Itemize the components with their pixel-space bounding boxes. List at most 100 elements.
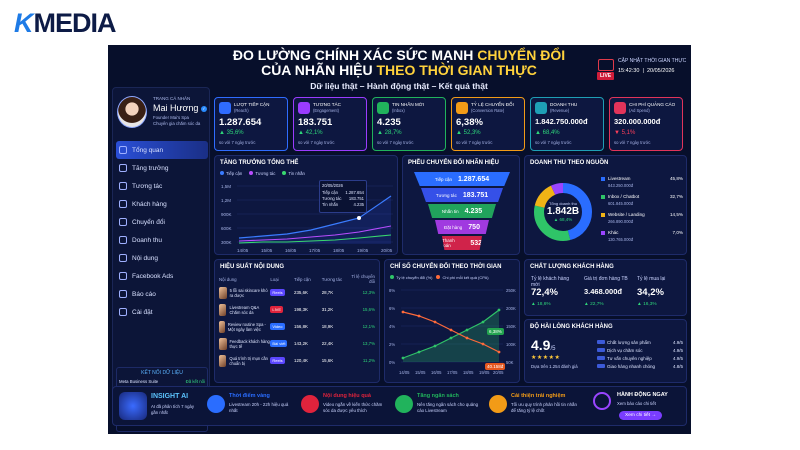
- update-label: CẬP NHẬT THỜI GIAN THỰC: [618, 58, 687, 64]
- revenue-pct: 32,7%: [669, 194, 683, 199]
- x-tick: 17/05: [447, 370, 458, 375]
- table-row[interactable]: Quá trình trị mụn cần chuẩn bị Reels 120,4…: [219, 352, 375, 369]
- funnel-stage[interactable]: Nhắn tin 4.235: [428, 204, 496, 218]
- kpi-card[interactable]: DOANH THU (Revenue) 1.842.750.000đ ▲ 68,4% s…: [530, 97, 604, 151]
- engagement-cell: 28,7K: [321, 290, 334, 295]
- update-date: 20/05/2026: [646, 68, 675, 74]
- view-details-button[interactable]: Xem chi tiết →: [619, 411, 663, 420]
- revenue-amount: 130.765.000đ: [608, 237, 634, 242]
- sidebar-item-label: Facebook Ads: [132, 272, 174, 280]
- satisfaction-label-wrap: Chất lượng sản phẩm: [597, 340, 651, 345]
- kpi-card[interactable]: LƯỢT TIẾP CẬN (Reach) 1.287.654 ▲ 35,6% so v…: [214, 97, 288, 151]
- quality-change: ▲ 16,3%: [637, 302, 657, 307]
- x-tick: 16/05: [431, 370, 442, 375]
- satisfaction-value: 4.9/5: [672, 339, 683, 345]
- kpi-card[interactable]: TỶ LỆ CHUYỂN ĐỔI (Conversion Rate) 6,38% ▲ …: [451, 97, 525, 151]
- sidebar-item[interactable]: Báo cáo: [116, 285, 208, 303]
- satisfaction-row: Chất lượng sản phẩm 4.9/5: [597, 338, 683, 346]
- conversion-index-title: CHỈ SỐ CHUYỂN ĐỔI THEO THỜI GIAN: [390, 264, 502, 270]
- funnel-stage[interactable]: Đặt hàng 750: [435, 220, 489, 234]
- insight-item[interactable]: Nội dung hiệu quả Video ngắn về kiến thức…: [301, 391, 391, 423]
- donut-center-change: ▲ 68,4%: [553, 217, 573, 222]
- table-row[interactable]: Review routine Spa - Một ngày làm việc Vi…: [219, 318, 375, 335]
- update-time: 15:42:30: [618, 68, 640, 74]
- legend-engagement: Tương tác: [249, 171, 275, 176]
- conversion-cell: 12,1%: [362, 324, 376, 329]
- kpi-value: 183.751: [298, 117, 333, 128]
- sidebar-item[interactable]: Tương tác: [116, 177, 208, 195]
- funnel-stage[interactable]: Tiếp cận 1.287.654: [414, 172, 510, 186]
- kpi-label: TƯƠNG TÁC: [313, 102, 341, 107]
- sidebar-item[interactable]: Tăng trưởng: [116, 159, 208, 177]
- insight-item[interactable]: Thời điểm vàng Livestream 20h - 22h hiệu …: [207, 391, 297, 423]
- content-thumbnail: [219, 337, 227, 350]
- y-tick: 4%: [389, 324, 395, 329]
- kpi-card[interactable]: CHI PHÍ QUẢNG CÁO (Ad Spend) 320.000.000đ ▼…: [609, 97, 683, 151]
- kpi-note: so với 7 ngày trước: [535, 140, 572, 145]
- kpi-value: 4.235: [377, 117, 401, 128]
- engagement-cell: 31,2K: [321, 307, 334, 312]
- sidebar-item[interactable]: Facebook Ads: [116, 267, 208, 285]
- profile-name-row: Mai Hương ✓: [153, 103, 207, 113]
- sidebar-item[interactable]: Nội dung: [116, 249, 208, 267]
- title-highlight-1: CHUYỂN ĐỔI: [477, 47, 566, 63]
- revenue-item: Livestream 45,8% 843.250.000đ: [601, 176, 685, 194]
- y2-tick: 200K: [506, 306, 516, 311]
- kpi-note: so với 7 ngày trước: [298, 140, 335, 145]
- tooltip-date: 20/05/2026: [322, 183, 343, 188]
- funnel-stage[interactable]: Tương tác 183.751: [421, 188, 503, 202]
- connections-title: KẾT NỐI DỮ LIỆU: [141, 370, 183, 376]
- content-type-badge: LIVE: [270, 306, 284, 313]
- kpi-icon: [298, 102, 310, 114]
- revenue-amount: 843.250.000đ: [608, 183, 634, 188]
- content-text: Feedback khách hàng thực tế: [229, 338, 270, 349]
- avatar[interactable]: [117, 96, 147, 128]
- table-row[interactable]: Livestream Q&A Chăm sóc da LIVE 198,3K 31,2…: [219, 301, 375, 318]
- quality-value: 3.468.000đ: [584, 287, 622, 296]
- insight-icon: [207, 395, 225, 413]
- reach-cell: 120,4K: [294, 358, 308, 363]
- kpi-label: TỶ LỆ CHUYỂN ĐỔI: [471, 102, 514, 107]
- target-icon: [593, 392, 611, 410]
- insight-item[interactable]: Cải thiện trải nghiệm Tối ưu quy trình ph…: [489, 391, 579, 423]
- quality-title: CHẤT LƯỢNG KHÁCH HÀNG: [530, 264, 614, 270]
- insight-desc: Livestream 20h - 22h hiệu quả nhất: [229, 402, 289, 413]
- profile-card[interactable]: TRANG CÁ NHÂN Mai Hương ✓ Founder Mai's …: [117, 92, 209, 134]
- sidebar-item[interactable]: Doanh thu: [116, 231, 208, 249]
- funnel-stage[interactable]: Thanh toán 532: [442, 236, 482, 250]
- kpi-note: so với 7 ngày trước: [456, 140, 493, 145]
- y2-tick: 100K: [506, 342, 516, 347]
- table-row[interactable]: 5 lỗi sai skincare khó ra được Reels 235,6…: [219, 284, 375, 301]
- kpi-label: CHI PHÍ QUẢNG CÁO: [629, 102, 676, 107]
- sidebar-item[interactable]: Khách hàng: [116, 195, 208, 213]
- kpi-change: ▲ 68,4%: [535, 130, 560, 136]
- sidebar-item[interactable]: Chuyển đổi: [116, 213, 208, 231]
- content-thumbnail: [219, 320, 225, 333]
- reach-cell: 198,3K: [294, 307, 308, 312]
- kpi-icon: [377, 102, 389, 114]
- y2-tick: 150K: [506, 324, 516, 329]
- content-type-badge: Reels: [270, 357, 285, 364]
- growth-point-marker[interactable]: [357, 216, 361, 220]
- funnel-value: 532: [470, 239, 482, 247]
- sidebar-item[interactable]: Tổng quan: [116, 141, 208, 159]
- sidebar-item-label: Tương tác: [132, 182, 163, 190]
- funnel-card: PHỄU CHUYỂN ĐỔI NHÃN HIỆU Tiếp cận 1.287.…: [402, 155, 520, 255]
- kpi-sub: (Ad Spend): [629, 108, 650, 113]
- tooltip-row: Tương tác 183.751: [322, 196, 364, 201]
- kpi-card[interactable]: TƯƠNG TÁC (Engagement) 183.751 ▲ 42,1% so vớ…: [293, 97, 367, 151]
- table-row[interactable]: Feedback khách hàng thực tế Bài viết 143,2…: [219, 335, 375, 352]
- content-text: Quá trình trị mụn cần chuẩn bị: [229, 355, 268, 366]
- kpi-card[interactable]: TIN NHẮN MỚI (Inbox) 4.235 ▲ 28,7% so với 7 …: [372, 97, 446, 151]
- satisfaction-label-wrap: Giao hàng nhanh chóng: [597, 364, 655, 369]
- satisfaction-bar: [597, 348, 605, 352]
- sidebar-item-label: Khách hàng: [132, 200, 167, 208]
- sidebar-item[interactable]: Cài đặt: [116, 303, 208, 321]
- kpi-change: ▲ 52,3%: [456, 130, 481, 136]
- revenue-amount: 601.845.000đ: [608, 201, 634, 206]
- insight-item[interactable]: Tăng ngân sách Nên tăng ngân sách cho quả…: [395, 391, 485, 423]
- sidebar-item-label: Nội dung: [132, 254, 159, 262]
- col-content: Nội dung: [219, 276, 237, 282]
- content-cell: 5 lỗi sai skincare khó ra được: [219, 286, 270, 299]
- satisfaction-label: Chất lượng sản phẩm: [607, 339, 651, 345]
